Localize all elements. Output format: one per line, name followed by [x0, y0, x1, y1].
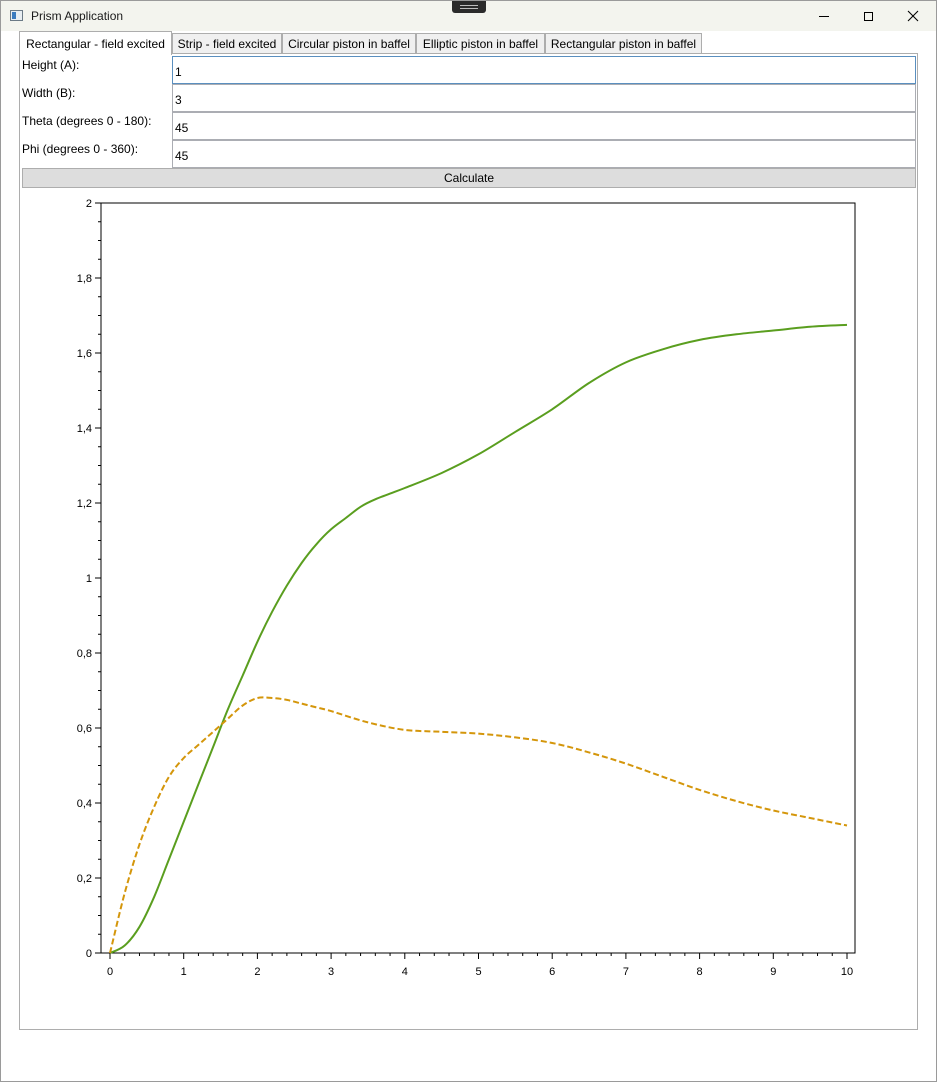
height-label: Height (A):: [22, 58, 80, 72]
maximize-icon: [863, 11, 873, 21]
width-label: Width (B):: [22, 86, 76, 100]
title-bar[interactable]: Prism Application: [1, 1, 936, 31]
calculate-button[interactable]: Calculate: [22, 168, 916, 188]
minimize-icon: [819, 15, 829, 17]
theta-input[interactable]: [172, 112, 916, 140]
tab-strip-field-excited[interactable]: Strip - field excited: [172, 33, 282, 54]
tab-circular-piston[interactable]: Circular piston in baffel: [282, 33, 416, 54]
window-title: Prism Application: [31, 9, 124, 23]
tab-rectangular-field-excited[interactable]: Rectangular - field excited: [19, 31, 172, 55]
minimize-button[interactable]: [801, 1, 847, 31]
height-input[interactable]: [172, 56, 916, 84]
tab-elliptic-piston[interactable]: Elliptic piston in baffel: [416, 33, 545, 54]
tab-panel: [19, 53, 918, 1030]
app-icon: [10, 10, 23, 21]
theta-label: Theta (degrees 0 - 180):: [22, 114, 152, 128]
snap-grip-handle[interactable]: [452, 1, 486, 13]
tab-rectangular-piston[interactable]: Rectangular piston in baffel: [545, 33, 702, 54]
phi-input[interactable]: [172, 140, 916, 168]
close-icon: [907, 10, 919, 22]
close-button[interactable]: [890, 1, 936, 31]
width-input[interactable]: [172, 84, 916, 112]
phi-label: Phi (degrees 0 - 360):: [22, 142, 139, 156]
maximize-button[interactable]: [845, 1, 891, 31]
